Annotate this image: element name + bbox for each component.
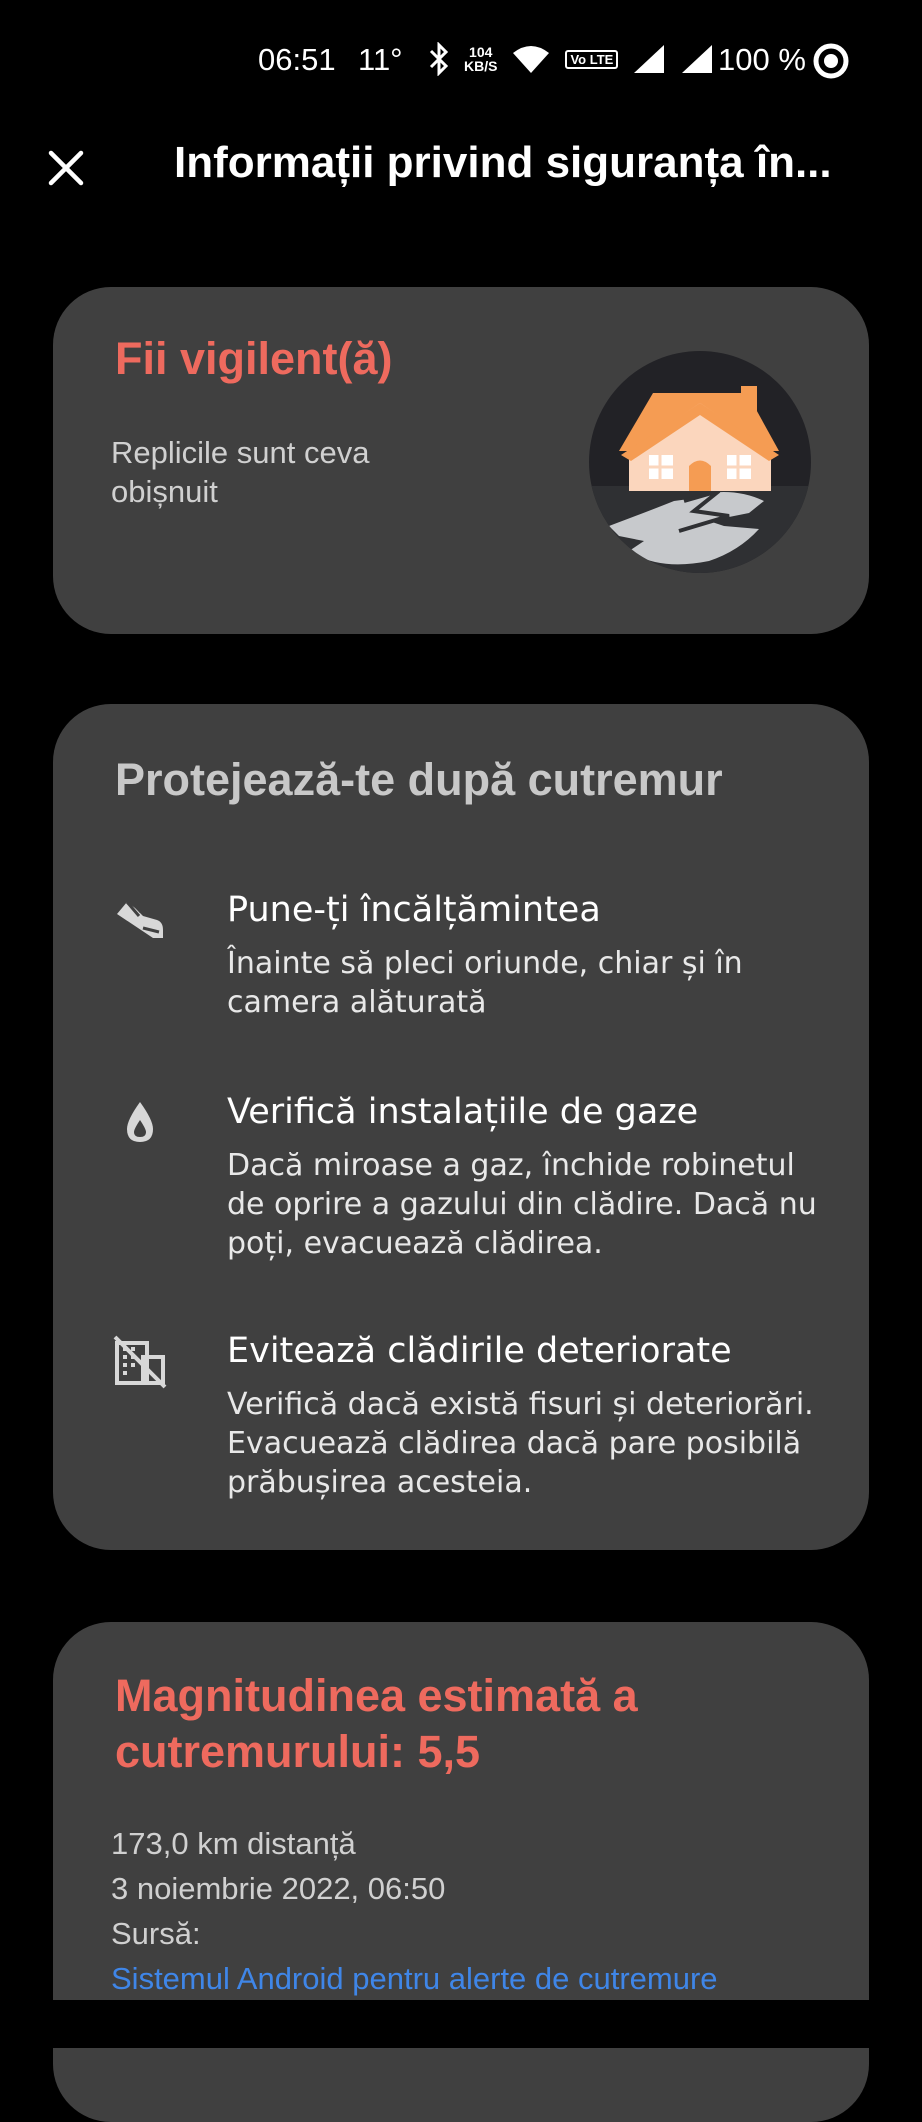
volte-icon: Vo LTE [565, 49, 619, 69]
tip-body: Verifică dacă există fisuri și deterioră… [227, 1387, 814, 1500]
bluetooth-icon [429, 42, 449, 76]
wifi-icon [513, 46, 550, 73]
protect-card: Protejează-te după cutremur Pune-ți încă… [53, 704, 869, 1550]
protect-title: Protejează-te după cutremur [115, 754, 723, 805]
alert-subtitle: Replicile sunt ceva obișnuit [111, 435, 370, 509]
status-time: 06:51 [258, 42, 336, 77]
tip-title: Verifică instalațiile de gaze [227, 1092, 699, 1132]
app-bar: Informații privind siguranța în... [0, 124, 922, 206]
shoe-icon [117, 899, 163, 938]
net-speed-value: 104 [469, 44, 493, 60]
net-speed-unit: KB/S [464, 58, 498, 74]
bottom-edge [0, 2000, 922, 2048]
alert-title: Fii vigilent(ă) [115, 333, 393, 384]
tip-title: Evitează clădirile deteriorate [227, 1331, 732, 1371]
magnitude-title: Magnitudinea estimată a cutremurului: 5,… [115, 1670, 638, 1777]
house-cracked-ground-icon [589, 351, 811, 573]
tip-body: Înainte să pleci oriunde, chiar și în ca… [227, 946, 743, 1020]
damaged-building-icon [113, 1335, 167, 1389]
tip-body: Dacă miroase a gaz, închide robinetul de… [227, 1148, 817, 1261]
signal-icon [634, 45, 665, 73]
status-temperature: 11° [358, 42, 403, 77]
signal-icon [682, 45, 713, 73]
close-icon [48, 150, 84, 186]
distance-text: 173,0 km distanță [111, 1826, 356, 1861]
net-speed: 104 KB/S [464, 45, 497, 73]
source-label: Sursă: [111, 1916, 201, 1951]
status-bar: 06:51 11° 104 KB/S Vo LTE 100 % [0, 0, 922, 124]
source-link[interactable]: Sistemul Android pentru alerte de cutrem… [111, 1961, 718, 1997]
datetime-text: 3 noiembrie 2022, 06:50 [111, 1871, 446, 1906]
tip-title: Pune-ți încălțămintea [227, 890, 601, 930]
gas-drop-icon [127, 1102, 153, 1142]
battery-percent: 100 % [718, 42, 806, 77]
status-icons: 104 KB/S Vo LTE [428, 42, 714, 76]
battery-ring-icon [813, 43, 849, 79]
page-title: Informații privind siguranța în... [174, 138, 832, 187]
close-button[interactable] [38, 140, 94, 196]
alert-card: Fii vigilent(ă) Replicile sunt ceva obiș… [53, 287, 869, 634]
